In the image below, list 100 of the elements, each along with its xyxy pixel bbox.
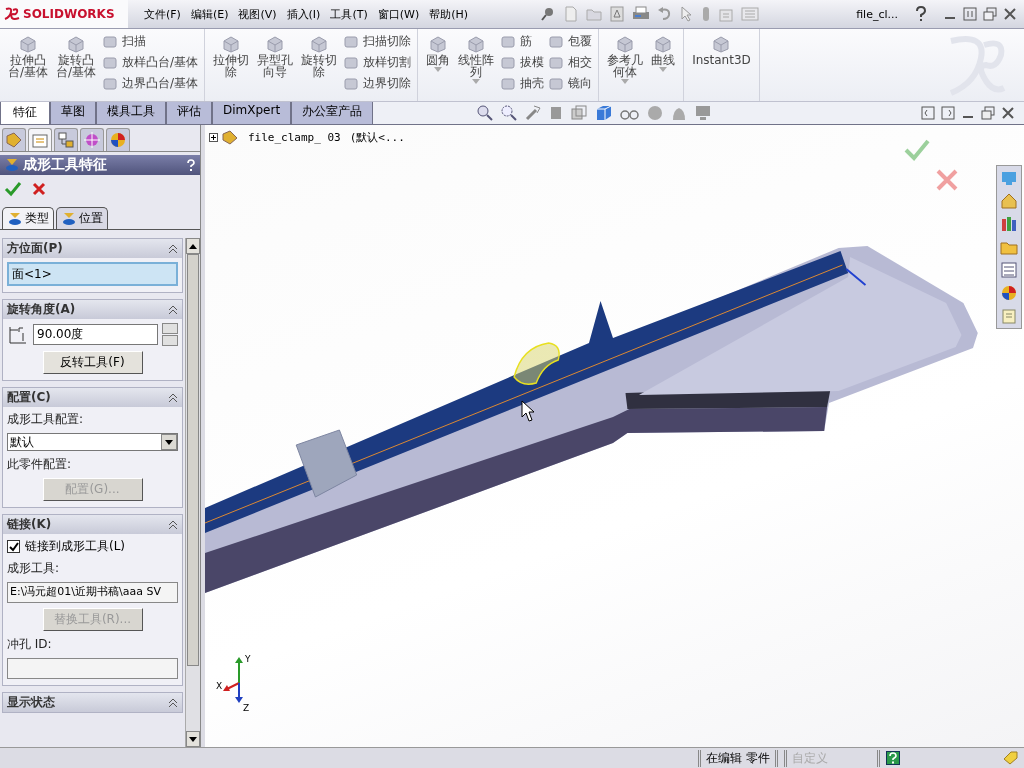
help-icon[interactable] xyxy=(886,751,900,765)
caret-icon[interactable] xyxy=(165,439,173,445)
axis-triad-drawing xyxy=(223,657,243,703)
cancel-x-icon[interactable] xyxy=(936,169,958,191)
property-tab[interactable]: 类型 xyxy=(2,207,54,229)
ribbon-command[interactable]: 曲线 xyxy=(649,31,678,76)
ribbon-command[interactable]: 旋转凸 台/基体 xyxy=(54,31,99,82)
command-tab[interactable]: 评估 xyxy=(166,100,212,124)
ribbon-command[interactable]: 扫描切除 xyxy=(343,33,412,50)
ribbon-command[interactable]: 放样切割 xyxy=(343,54,412,71)
ribbon-command[interactable]: 扫描 xyxy=(102,33,199,50)
text-field[interactable]: E:\冯元超01\近期书稿\aaa SV xyxy=(7,582,178,603)
checkbox[interactable]: 链接到成形工具(L) xyxy=(7,538,126,555)
feature-icon xyxy=(102,55,119,70)
command-tab[interactable]: DimXpert xyxy=(212,100,292,124)
text-field[interactable] xyxy=(7,658,178,679)
cube-icon[interactable] xyxy=(594,103,614,123)
ribbon-command[interactable]: Instant3D xyxy=(690,31,753,70)
split-right-icon[interactable] xyxy=(940,105,956,121)
collapse-chevron-icon[interactable] xyxy=(168,243,178,254)
document-icon[interactable] xyxy=(563,6,579,22)
view-palette-icon[interactable] xyxy=(999,260,1019,280)
previous-view-icon[interactable] xyxy=(524,104,542,122)
manager-tab[interactable] xyxy=(54,128,78,151)
menu-item[interactable]: 窗口(W) xyxy=(377,6,420,22)
ribbon-command[interactable]: 拉伸切 除 xyxy=(211,31,252,82)
ribbon-command[interactable]: 旋转切 除 xyxy=(299,31,340,82)
help-icon[interactable] xyxy=(186,159,196,171)
command-tab[interactable]: 草图 xyxy=(50,100,96,124)
ribbon-command[interactable]: 镜向 xyxy=(548,75,593,92)
ribbon-command[interactable]: 异型孔 向导 xyxy=(255,31,296,82)
tag-icon[interactable] xyxy=(1002,751,1018,765)
angle-input[interactable]: 90.00度 xyxy=(33,324,158,345)
color-ball-icon xyxy=(109,131,127,149)
spin-buttons[interactable] xyxy=(162,323,178,346)
view-orientation-icon[interactable] xyxy=(570,104,588,122)
ribbon-command[interactable]: 边界切除 xyxy=(343,75,412,92)
dropdown[interactable]: 默认 xyxy=(7,433,178,451)
color-ball-icon[interactable] xyxy=(999,283,1019,303)
sheet-icon[interactable] xyxy=(609,6,625,22)
feature-icon xyxy=(309,35,330,53)
checkmark-icon xyxy=(8,541,19,552)
field-label: 此零件配置: xyxy=(7,456,72,473)
manager-tab[interactable] xyxy=(80,128,104,151)
collapse-chevron-icon[interactable] xyxy=(168,392,178,403)
library-icon[interactable] xyxy=(999,214,1019,234)
ribbon-command[interactable]: 参考几 何体 xyxy=(605,31,646,88)
undo-icon[interactable] xyxy=(657,6,673,22)
menu-item[interactable]: 插入(I) xyxy=(286,6,321,22)
ribbon-command[interactable]: 筋 xyxy=(500,33,545,50)
section-title: 旋转角度(A) xyxy=(7,301,76,318)
confirm-check-icon[interactable] xyxy=(904,139,930,161)
ribbon-command[interactable]: 抽壳 xyxy=(500,75,545,92)
cancel-x-icon[interactable] xyxy=(32,182,46,196)
ribbon-command[interactable]: 拔模 xyxy=(500,54,545,71)
menu-item[interactable]: 编辑(E) xyxy=(190,6,229,22)
collapse-chevron-icon[interactable] xyxy=(168,697,178,708)
ribbon-command[interactable]: 线性阵 列 xyxy=(456,31,497,88)
home-icon[interactable] xyxy=(999,191,1019,211)
folder-icon[interactable] xyxy=(586,6,602,22)
menu-item[interactable]: 视图(V) xyxy=(238,6,277,22)
ribbon-command[interactable]: 边界凸台/基体 xyxy=(102,75,199,92)
collapse-chevron-icon[interactable] xyxy=(168,519,178,530)
monitor-icon[interactable] xyxy=(694,104,712,122)
menu-item[interactable]: 工具(T) xyxy=(330,6,368,22)
menu-item[interactable]: 帮助(H) xyxy=(429,6,469,22)
restore-icon[interactable] xyxy=(980,105,996,121)
manager-tab[interactable] xyxy=(2,128,26,151)
tile-icon[interactable] xyxy=(962,6,978,22)
selection-list[interactable]: 面<1> xyxy=(7,262,178,286)
close-icon[interactable] xyxy=(1000,105,1016,121)
scroll-bar[interactable] xyxy=(185,238,200,747)
restore-icon[interactable] xyxy=(982,6,998,22)
field-label: 成形工具配置: xyxy=(7,411,84,428)
ok-check-icon[interactable] xyxy=(4,181,22,197)
manager-tab[interactable] xyxy=(106,128,130,151)
help-icon[interactable] xyxy=(914,6,928,22)
ribbon-command[interactable]: 相交 xyxy=(548,54,593,71)
ribbon-command[interactable]: 放样凸台/基体 xyxy=(102,54,199,71)
command-tab[interactable]: 模具工具 xyxy=(96,100,166,124)
printer-icon[interactable] xyxy=(632,6,650,22)
pointer-icon[interactable] xyxy=(680,6,694,22)
zoom-area-icon[interactable] xyxy=(500,104,518,122)
close-icon[interactable] xyxy=(1002,6,1018,22)
collapse-chevron-icon[interactable] xyxy=(168,304,178,315)
property-tab[interactable]: 位置 xyxy=(56,207,108,229)
appearance-icon[interactable] xyxy=(646,104,664,122)
expand-icon[interactable] xyxy=(209,132,218,142)
push-button[interactable]: 反转工具(F) xyxy=(42,351,143,374)
ribbon-command[interactable]: 拉伸凸 台/基体 xyxy=(6,31,51,82)
command-tab[interactable]: 办公室产品 xyxy=(291,100,374,124)
split-left-icon[interactable] xyxy=(920,105,936,121)
manager-tab[interactable] xyxy=(28,128,52,151)
ribbon-command[interactable]: 包覆 xyxy=(548,33,593,50)
menu-item[interactable]: 文件(F) xyxy=(144,6,181,22)
tree-item[interactable]: file_clamp_ 03 xyxy=(248,130,341,144)
zoom-to-fit-icon[interactable] xyxy=(476,104,494,122)
command-tab[interactable]: 特征 xyxy=(0,100,50,124)
pin-icon[interactable] xyxy=(540,6,556,22)
ribbon-command[interactable]: 圆角 xyxy=(424,31,453,76)
